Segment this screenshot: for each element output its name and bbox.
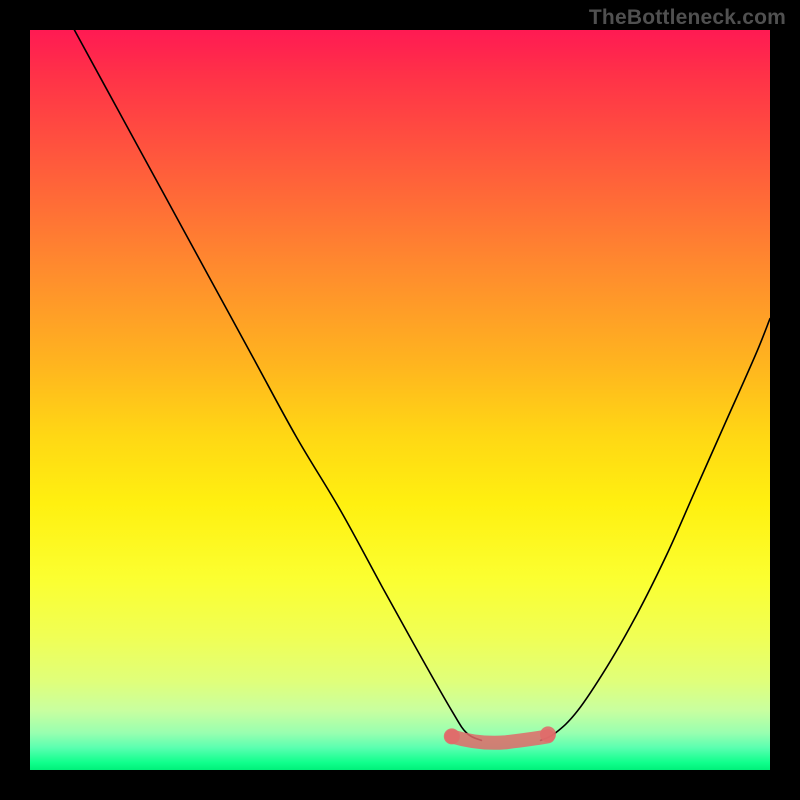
curve-right-branch — [541, 319, 770, 741]
chart-frame: TheBottleneck.com — [0, 0, 800, 800]
optimal-flat-highlight — [452, 736, 548, 742]
plot-area — [30, 30, 770, 770]
highlight-end-right — [540, 726, 556, 742]
watermark-text: TheBottleneck.com — [589, 6, 786, 30]
curve-layer — [30, 30, 770, 770]
highlight-end-left — [444, 728, 460, 744]
curve-left-branch — [74, 30, 481, 740]
